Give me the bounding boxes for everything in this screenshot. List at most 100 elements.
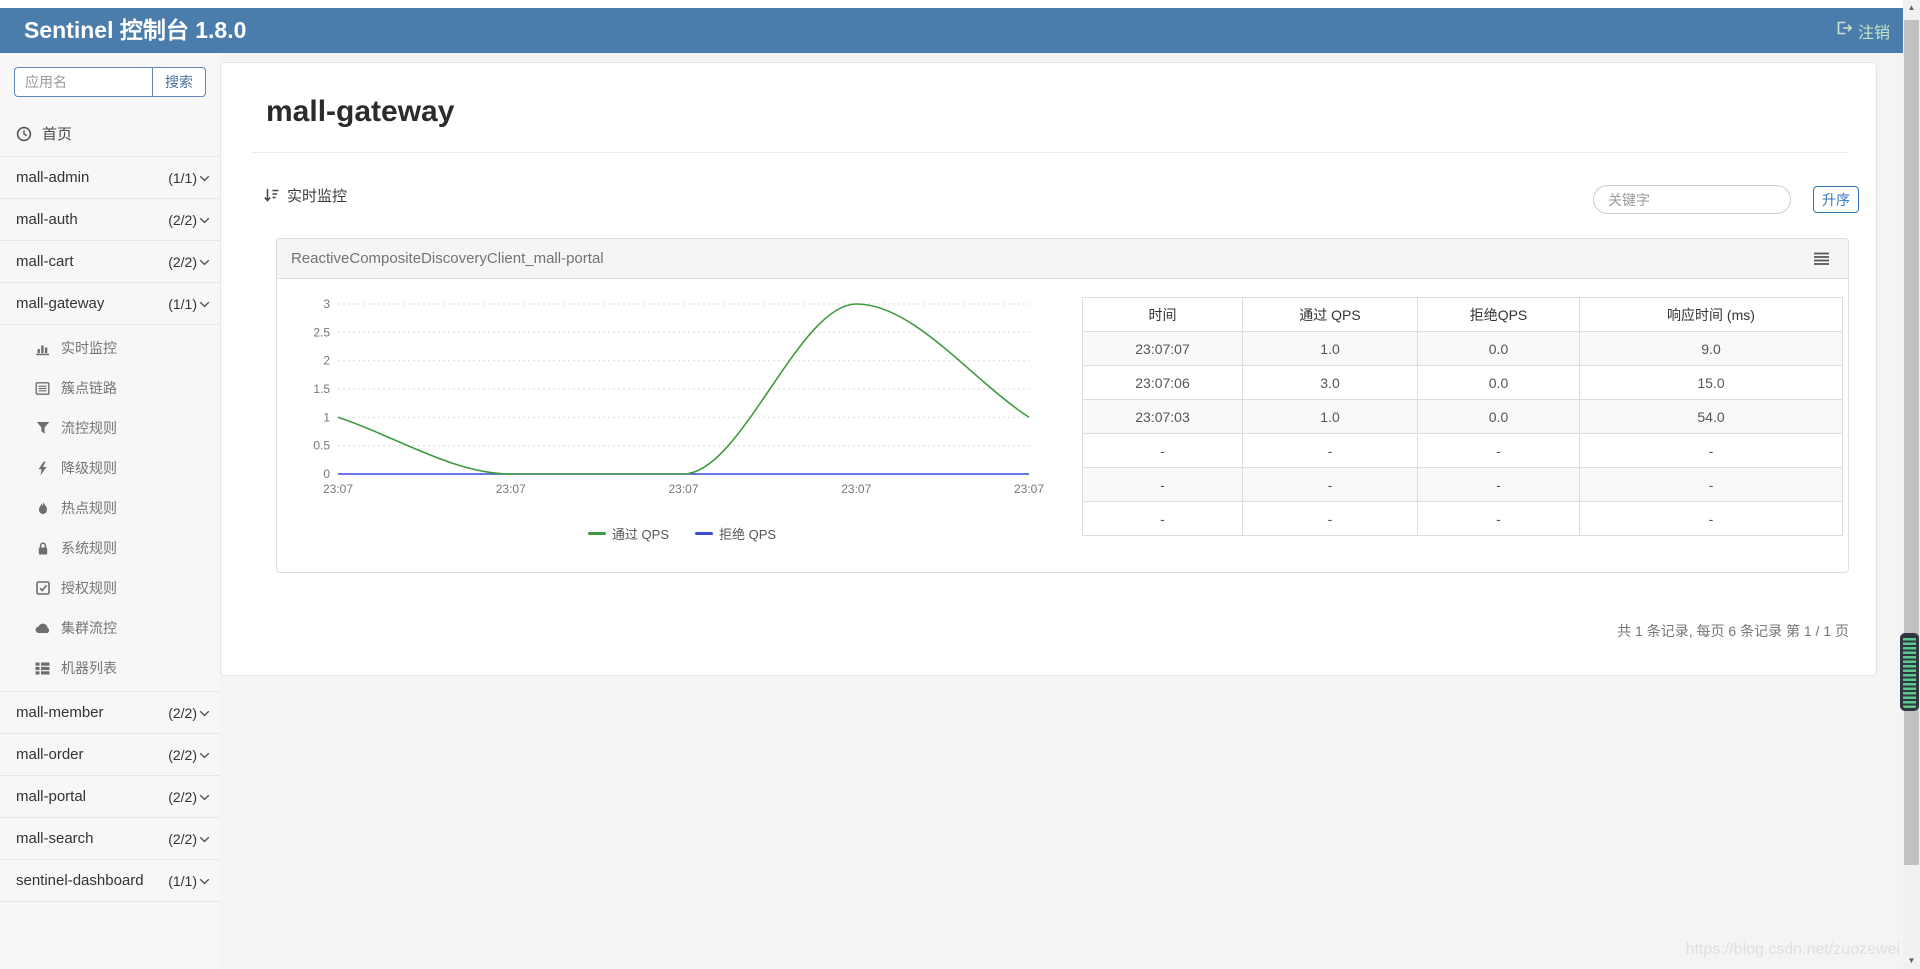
table-cell: 54.0 <box>1580 400 1843 434</box>
watermark-url: https://blog.csdn.net/zuozewei <box>1686 941 1900 959</box>
legend-item-pass-qps[interactable]: 通过 QPS <box>588 524 669 543</box>
section-title-text: 实时监控 <box>287 185 347 206</box>
table-cell: - <box>1418 502 1580 536</box>
sidebar-sub-cluster-link[interactable]: 簇点链路 <box>0 368 220 408</box>
keyword-search-input[interactable] <box>1593 185 1791 214</box>
chevron-down-icon <box>199 710 210 717</box>
x-tick-label: 23:07 <box>496 482 526 496</box>
app-search-button[interactable]: 搜索 <box>152 67 206 97</box>
app-count: (1/1) <box>168 170 197 186</box>
panel-heading: ReactiveCompositeDiscoveryClient_mall-po… <box>277 239 1848 279</box>
th-list-icon <box>34 662 51 675</box>
app-count: (2/2) <box>168 831 197 847</box>
table-row: 23:07:06 3.0 0.0 15.0 <box>1083 366 1843 400</box>
app-name: mall-member <box>16 704 104 721</box>
app-count: (2/2) <box>168 747 197 763</box>
scroll-up-arrow-icon[interactable]: ▲ <box>1903 0 1920 16</box>
lock-icon <box>34 541 51 556</box>
app-search-input[interactable] <box>14 67 152 97</box>
table-cell: - <box>1243 502 1418 536</box>
cloud-icon <box>34 622 51 634</box>
sidebar-app-mall-auth[interactable]: mall-auth (2/2) <box>0 199 220 241</box>
y-tick-label: 0 <box>323 467 330 481</box>
table-row: 23:07:07 1.0 0.0 9.0 <box>1083 332 1843 366</box>
sub-item-label: 机器列表 <box>61 658 117 678</box>
title-divider <box>251 152 1848 153</box>
table-cell: - <box>1083 434 1243 468</box>
fire-icon <box>34 501 51 516</box>
column-header: 响应时间 (ms) <box>1580 298 1843 332</box>
x-tick-label: 23:07 <box>841 482 871 496</box>
sidebar-app-mall-member[interactable]: mall-member (2/2) <box>0 692 220 734</box>
app-count: (2/2) <box>168 789 197 805</box>
table-cell: 1.0 <box>1243 332 1418 366</box>
sidebar-app-mall-portal[interactable]: mall-portal (2/2) <box>0 776 220 818</box>
y-tick-label: 1 <box>323 410 330 424</box>
sidebar-sub-machine-list[interactable]: 机器列表 <box>0 648 220 688</box>
y-tick-label: 0.5 <box>313 439 330 453</box>
logout-link[interactable]: 注销 <box>1836 8 1890 53</box>
chevron-down-icon <box>199 259 210 266</box>
table-cell: - <box>1580 434 1843 468</box>
app-count: (2/2) <box>168 212 197 228</box>
sidebar-sub-system-rules[interactable]: 系统规则 <box>0 528 220 568</box>
sub-item-label: 集群流控 <box>61 618 117 638</box>
legend-item-reject-qps[interactable]: 拒绝 QPS <box>695 524 776 543</box>
sidebar-home-label: 首页 <box>42 123 72 144</box>
x-tick-label: 23:07 <box>668 482 698 496</box>
column-header: 拒绝QPS <box>1418 298 1580 332</box>
sort-amount-icon <box>263 188 279 203</box>
table-cell: - <box>1243 468 1418 502</box>
scrollbar-thumb[interactable] <box>1904 20 1919 865</box>
scroll-down-arrow-icon[interactable]: ▼ <box>1903 953 1920 969</box>
sidebar-app-mall-admin[interactable]: mall-admin (1/1) <box>0 157 220 199</box>
app-name: mall-auth <box>16 211 78 228</box>
table-cell: 3.0 <box>1243 366 1418 400</box>
sidebar-sub-authority-rules[interactable]: 授权规则 <box>0 568 220 608</box>
sub-item-label: 授权规则 <box>61 578 117 598</box>
table-row: - - - - <box>1083 434 1843 468</box>
sort-ascending-button[interactable]: 升序 <box>1813 186 1859 213</box>
table-cell: - <box>1580 502 1843 536</box>
sidebar-sub-degrade-rules[interactable]: 降级规则 <box>0 448 220 488</box>
pagination-summary: 共 1 条记录, 每页 6 条记录 第 1 / 1 页 <box>1617 621 1849 641</box>
app-name: mall-cart <box>16 253 74 270</box>
column-header: 通过 QPS <box>1243 298 1418 332</box>
filter-icon <box>34 421 51 435</box>
table-row: 23:07:03 1.0 0.0 54.0 <box>1083 400 1843 434</box>
sidebar-sub-realtime-monitor[interactable]: 实时监控 <box>0 328 220 368</box>
sidebar-sub-hotspot-rules[interactable]: 热点规则 <box>0 488 220 528</box>
y-tick-label: 1.5 <box>313 382 330 396</box>
sidebar-sub-flow-rules[interactable]: 流控规则 <box>0 408 220 448</box>
app-count: (1/1) <box>168 296 197 312</box>
sidebar: 搜索 首页 mall-admin (1/1) mall-auth (2/2) m… <box>0 53 220 969</box>
logout-label: 注销 <box>1858 19 1890 43</box>
sidebar-sub-cluster-flow[interactable]: 集群流控 <box>0 608 220 648</box>
table-row: - - - - <box>1083 468 1843 502</box>
page-title: mall-gateway <box>266 95 454 129</box>
realtime-monitor-section-title: 实时监控 <box>263 185 347 206</box>
app-name: mall-admin <box>16 169 89 186</box>
sidebar-item-home[interactable]: 首页 <box>0 111 220 157</box>
menu-hamburger-icon[interactable] <box>1813 252 1830 266</box>
app-search-group: 搜索 <box>14 67 206 97</box>
app-count: (1/1) <box>168 873 197 889</box>
panel-title: ReactiveCompositeDiscoveryClient_mall-po… <box>291 250 604 267</box>
sub-item-label: 降级规则 <box>61 458 117 478</box>
table-cell: 23:07:03 <box>1083 400 1243 434</box>
table-cell: - <box>1083 468 1243 502</box>
app-title: Sentinel 控制台 1.8.0 <box>24 8 246 53</box>
y-tick-label: 2 <box>323 354 330 368</box>
logout-icon <box>1836 20 1853 41</box>
sidebar-app-mall-search[interactable]: mall-search (2/2) <box>0 818 220 860</box>
vertical-scrollbar: ▲ ▼ <box>1903 0 1920 969</box>
sidebar-app-mall-gateway[interactable]: mall-gateway (1/1) <box>0 283 220 325</box>
sidebar-app-mall-cart[interactable]: mall-cart (2/2) <box>0 241 220 283</box>
sidebar-app-sentinel-dashboard[interactable]: sentinel-dashboard (1/1) <box>0 860 220 902</box>
page-top-strip <box>0 0 1920 8</box>
sidebar-app-mall-order[interactable]: mall-order (2/2) <box>0 734 220 776</box>
column-header: 时间 <box>1083 298 1243 332</box>
chevron-down-icon <box>199 878 210 885</box>
table-cell: - <box>1418 468 1580 502</box>
app-name: mall-search <box>16 830 94 847</box>
